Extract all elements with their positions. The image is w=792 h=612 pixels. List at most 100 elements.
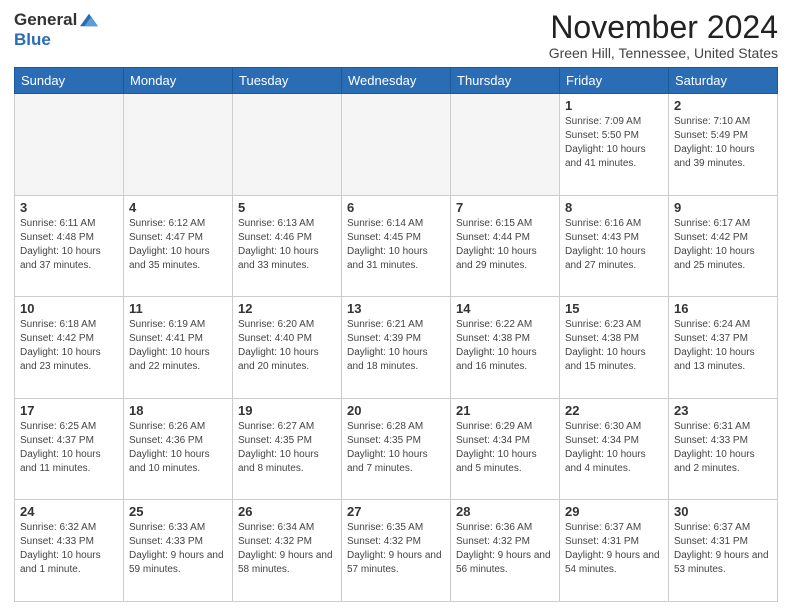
day-info: Sunrise: 6:37 AMSunset: 4:31 PMDaylight:… (674, 521, 772, 577)
day-info: Sunrise: 6:29 AMSunset: 4:34 PMDaylight:… (456, 420, 554, 476)
calendar-week-3: 10 Sunrise: 6:18 AMSunset: 4:42 PMDayligh… (15, 297, 778, 399)
logo-blue-text: Blue (14, 30, 51, 50)
day-info: Sunrise: 6:35 AMSunset: 4:32 PMDaylight:… (347, 521, 445, 577)
day-number: 3 (20, 200, 118, 215)
day-number: 29 (565, 504, 663, 519)
day-number: 26 (238, 504, 336, 519)
calendar-cell: 21 Sunrise: 6:29 AMSunset: 4:34 PMDayligh… (451, 398, 560, 500)
calendar-header-row: SundayMondayTuesdayWednesdayThursdayFrid… (15, 68, 778, 94)
calendar-header-wednesday: Wednesday (342, 68, 451, 94)
calendar-cell: 11 Sunrise: 6:19 AMSunset: 4:41 PMDayligh… (124, 297, 233, 399)
day-info: Sunrise: 6:37 AMSunset: 4:31 PMDaylight:… (565, 521, 663, 577)
calendar-cell: 18 Sunrise: 6:26 AMSunset: 4:36 PMDayligh… (124, 398, 233, 500)
calendar-cell: 20 Sunrise: 6:28 AMSunset: 4:35 PMDayligh… (342, 398, 451, 500)
calendar-cell: 1 Sunrise: 7:09 AMSunset: 5:50 PMDaylight… (560, 94, 669, 196)
day-number: 27 (347, 504, 445, 519)
calendar-cell: 15Sunrise: 6:23 AMSunset: 4:38 PMDayligh… (560, 297, 669, 399)
calendar-header-tuesday: Tuesday (233, 68, 342, 94)
day-number: 13 (347, 301, 445, 316)
day-info: Sunrise: 6:13 AMSunset: 4:46 PMDaylight:… (238, 217, 336, 273)
day-info: Sunrise: 6:34 AMSunset: 4:32 PMDaylight:… (238, 521, 336, 577)
calendar-cell: 19Sunrise: 6:27 AMSunset: 4:35 PMDayligh… (233, 398, 342, 500)
calendar-cell: 12Sunrise: 6:20 AMSunset: 4:40 PMDayligh… (233, 297, 342, 399)
title-section: November 2024 Green Hill, Tennessee, Uni… (549, 10, 778, 61)
day-info: Sunrise: 6:33 AMSunset: 4:33 PMDaylight:… (129, 521, 227, 577)
month-title: November 2024 (549, 10, 778, 45)
day-number: 24 (20, 504, 118, 519)
day-number: 4 (129, 200, 227, 215)
day-number: 1 (565, 98, 663, 113)
calendar-cell: 9Sunrise: 6:17 AMSunset: 4:42 PMDaylight… (669, 195, 778, 297)
day-info: Sunrise: 6:30 AMSunset: 4:34 PMDaylight:… (565, 420, 663, 476)
day-info: Sunrise: 7:10 AMSunset: 5:49 PMDaylight:… (674, 115, 772, 171)
day-number: 25 (129, 504, 227, 519)
calendar-cell: 7 Sunrise: 6:15 AMSunset: 4:44 PMDaylight… (451, 195, 560, 297)
calendar-cell: 5Sunrise: 6:13 AMSunset: 4:46 PMDaylight… (233, 195, 342, 297)
calendar-cell: 28Sunrise: 6:36 AMSunset: 4:32 PMDayligh… (451, 500, 560, 602)
day-info: Sunrise: 6:18 AMSunset: 4:42 PMDaylight:… (20, 318, 118, 374)
header: General Blue November 2024 Green Hill, T… (14, 10, 778, 61)
day-number: 10 (20, 301, 118, 316)
day-info: Sunrise: 6:27 AMSunset: 4:35 PMDaylight:… (238, 420, 336, 476)
day-number: 8 (565, 200, 663, 215)
calendar-header-friday: Friday (560, 68, 669, 94)
calendar-cell: 2 Sunrise: 7:10 AMSunset: 5:49 PMDaylight… (669, 94, 778, 196)
day-info: Sunrise: 6:22 AMSunset: 4:38 PMDaylight:… (456, 318, 554, 374)
day-info: Sunrise: 6:17 AMSunset: 4:42 PMDaylight:… (674, 217, 772, 273)
day-info: Sunrise: 6:26 AMSunset: 4:36 PMDaylight:… (129, 420, 227, 476)
day-number: 18 (129, 403, 227, 418)
day-info: Sunrise: 6:14 AMSunset: 4:45 PMDaylight:… (347, 217, 445, 273)
logo-general-text: General (14, 10, 77, 30)
calendar-cell: 4 Sunrise: 6:12 AMSunset: 4:47 PMDaylight… (124, 195, 233, 297)
day-number: 21 (456, 403, 554, 418)
calendar-cell: 14 Sunrise: 6:22 AMSunset: 4:38 PMDayligh… (451, 297, 560, 399)
calendar-cell: 29 Sunrise: 6:37 AMSunset: 4:31 PMDayligh… (560, 500, 669, 602)
day-info: Sunrise: 6:25 AMSunset: 4:37 PMDaylight:… (20, 420, 118, 476)
calendar-header-monday: Monday (124, 68, 233, 94)
calendar-cell (342, 94, 451, 196)
day-number: 14 (456, 301, 554, 316)
calendar-cell: 3Sunrise: 6:11 AMSunset: 4:48 PMDaylight… (15, 195, 124, 297)
day-number: 30 (674, 504, 772, 519)
calendar-week-5: 24 Sunrise: 6:32 AMSunset: 4:33 PMDayligh… (15, 500, 778, 602)
day-info: Sunrise: 6:23 AMSunset: 4:38 PMDaylight:… (565, 318, 663, 374)
page: General Blue November 2024 Green Hill, T… (0, 0, 792, 612)
day-info: Sunrise: 6:15 AMSunset: 4:44 PMDaylight:… (456, 217, 554, 273)
calendar-cell: 22Sunrise: 6:30 AMSunset: 4:34 PMDayligh… (560, 398, 669, 500)
day-number: 17 (20, 403, 118, 418)
calendar-cell: 17 Sunrise: 6:25 AMSunset: 4:37 PMDayligh… (15, 398, 124, 500)
day-info: Sunrise: 6:24 AMSunset: 4:37 PMDaylight:… (674, 318, 772, 374)
calendar-header-thursday: Thursday (451, 68, 560, 94)
day-number: 7 (456, 200, 554, 215)
calendar-header-saturday: Saturday (669, 68, 778, 94)
logo-icon (80, 13, 98, 27)
calendar-cell: 30 Sunrise: 6:37 AMSunset: 4:31 PMDayligh… (669, 500, 778, 602)
logo: General Blue (14, 10, 98, 50)
day-info: Sunrise: 6:31 AMSunset: 4:33 PMDaylight:… (674, 420, 772, 476)
calendar-cell: 24 Sunrise: 6:32 AMSunset: 4:33 PMDayligh… (15, 500, 124, 602)
day-number: 11 (129, 301, 227, 316)
day-info: Sunrise: 7:09 AMSunset: 5:50 PMDaylight:… (565, 115, 663, 171)
calendar-cell: 25 Sunrise: 6:33 AMSunset: 4:33 PMDayligh… (124, 500, 233, 602)
day-info: Sunrise: 6:12 AMSunset: 4:47 PMDaylight:… (129, 217, 227, 273)
location: Green Hill, Tennessee, United States (549, 45, 778, 61)
calendar-cell (124, 94, 233, 196)
calendar-cell: 23 Sunrise: 6:31 AMSunset: 4:33 PMDayligh… (669, 398, 778, 500)
day-info: Sunrise: 6:20 AMSunset: 4:40 PMDaylight:… (238, 318, 336, 374)
calendar-cell: 8Sunrise: 6:16 AMSunset: 4:43 PMDaylight… (560, 195, 669, 297)
calendar-week-4: 17 Sunrise: 6:25 AMSunset: 4:37 PMDayligh… (15, 398, 778, 500)
day-number: 2 (674, 98, 772, 113)
day-info: Sunrise: 6:21 AMSunset: 4:39 PMDaylight:… (347, 318, 445, 374)
calendar-header-sunday: Sunday (15, 68, 124, 94)
day-number: 23 (674, 403, 772, 418)
day-info: Sunrise: 6:19 AMSunset: 4:41 PMDaylight:… (129, 318, 227, 374)
calendar-cell: 10 Sunrise: 6:18 AMSunset: 4:42 PMDayligh… (15, 297, 124, 399)
day-info: Sunrise: 6:32 AMSunset: 4:33 PMDaylight:… (20, 521, 118, 577)
calendar-week-1: 1 Sunrise: 7:09 AMSunset: 5:50 PMDaylight… (15, 94, 778, 196)
day-number: 6 (347, 200, 445, 215)
day-info: Sunrise: 6:28 AMSunset: 4:35 PMDaylight:… (347, 420, 445, 476)
calendar-cell (233, 94, 342, 196)
calendar-cell (15, 94, 124, 196)
calendar-cell: 27 Sunrise: 6:35 AMSunset: 4:32 PMDayligh… (342, 500, 451, 602)
day-number: 20 (347, 403, 445, 418)
